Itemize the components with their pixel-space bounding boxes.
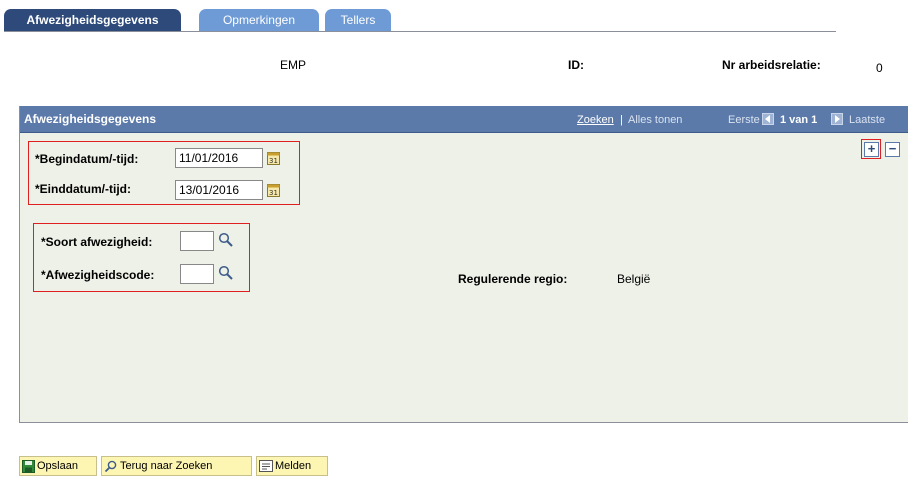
- tab-tellers[interactable]: Tellers: [325, 9, 391, 31]
- first-arrow-icon[interactable]: [762, 113, 774, 125]
- link-separator: |: [620, 114, 623, 126]
- afwezigheidscode-input[interactable]: [180, 264, 214, 284]
- notify-icon: [259, 460, 273, 472]
- save-label: Opslaan: [37, 460, 78, 472]
- delete-row-button[interactable]: −: [885, 142, 900, 157]
- notify-label: Melden: [275, 460, 312, 472]
- laatste-link[interactable]: Laatste: [849, 114, 885, 126]
- search-back-icon: [104, 460, 118, 473]
- regulerende-regio-label: Regulerende regio:: [458, 272, 568, 286]
- notify-button[interactable]: Melden: [256, 456, 328, 476]
- regulerende-regio-value: België: [617, 272, 651, 286]
- eerste-link[interactable]: Eerste: [728, 114, 760, 126]
- afwezigheidscode-label: *Afwezigheidscode:: [41, 268, 155, 282]
- begindatum-input[interactable]: [175, 148, 263, 168]
- begindatum-label: *Begindatum/-tijd:: [35, 152, 139, 166]
- save-button[interactable]: Opslaan: [19, 456, 97, 476]
- zoeken-link[interactable]: Zoeken: [577, 114, 614, 126]
- tab-bar: Afwezigheidsgegevens Opmerkingen Tellers: [0, 0, 908, 32]
- tab-opmerkingen[interactable]: Opmerkingen: [199, 9, 319, 31]
- svg-text:31: 31: [269, 157, 278, 165]
- alles-tonen-link[interactable]: Alles tonen: [628, 114, 682, 126]
- back-to-search-label: Terug naar Zoeken: [120, 460, 213, 472]
- lookup-icon[interactable]: [218, 232, 234, 248]
- einddatum-input[interactable]: [175, 180, 263, 200]
- nr-arbeidsrelatie-value: 0: [876, 61, 883, 75]
- calendar-icon[interactable]: 31: [267, 151, 280, 165]
- svg-text:31: 31: [269, 189, 278, 197]
- lookup-icon[interactable]: [218, 265, 234, 281]
- tab-divider: [4, 31, 836, 32]
- panel-header: Afwezigheidsgegevens Zoeken | Alles tone…: [20, 106, 908, 133]
- next-arrow-icon[interactable]: [831, 113, 843, 125]
- soort-afwezigheid-label: *Soort afwezigheid:: [41, 235, 153, 249]
- soort-afwezigheid-input[interactable]: [180, 231, 214, 251]
- id-label: ID:: [568, 58, 584, 72]
- nr-arbeidsrelatie-label: Nr arbeidsrelatie:: [722, 58, 821, 72]
- add-row-button[interactable]: +: [864, 142, 879, 157]
- einddatum-label: *Einddatum/-tijd:: [35, 182, 131, 196]
- absence-panel: Afwezigheidsgegevens Zoeken | Alles tone…: [19, 106, 908, 423]
- tab-afwezigheidsgegevens[interactable]: Afwezigheidsgegevens: [4, 9, 181, 31]
- row-counter: 1 van 1: [780, 114, 818, 126]
- back-to-search-button[interactable]: Terug naar Zoeken: [101, 456, 252, 476]
- save-icon: [22, 459, 35, 473]
- employee-name: EMP: [280, 58, 307, 72]
- calendar-icon[interactable]: 31: [267, 183, 280, 197]
- panel-title: Afwezigheidsgegevens: [24, 112, 157, 126]
